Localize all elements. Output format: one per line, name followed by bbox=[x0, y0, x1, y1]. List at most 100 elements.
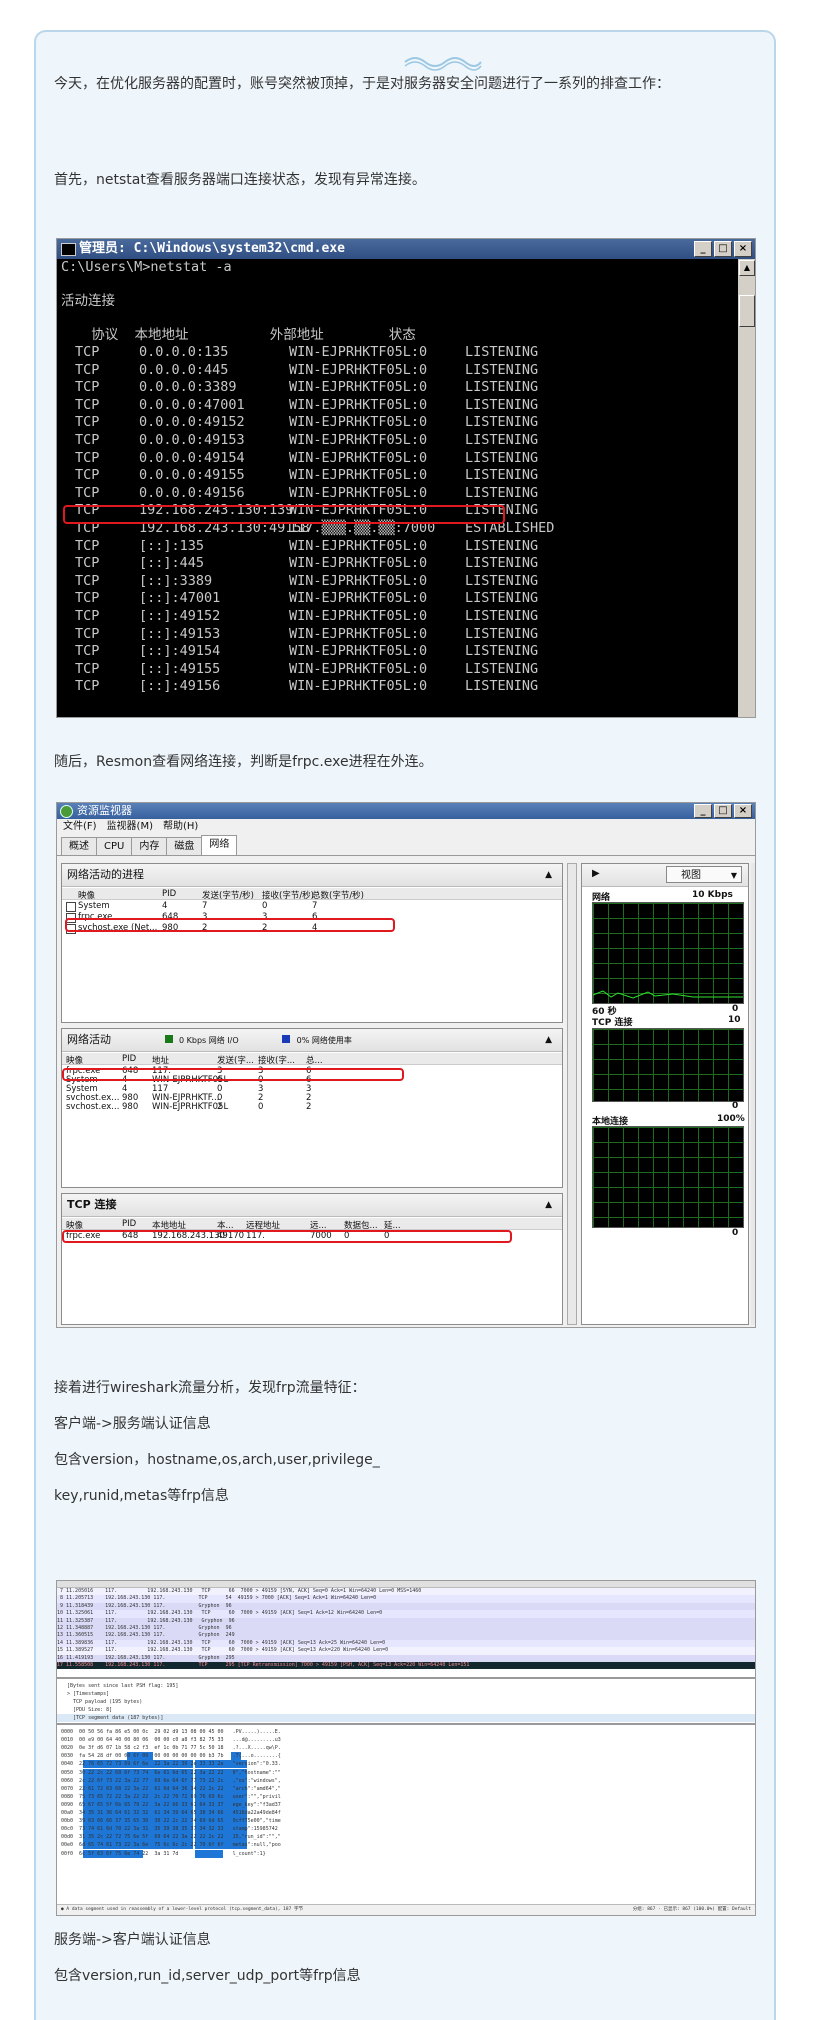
column-header[interactable]: 接收(字节/秒) bbox=[262, 889, 314, 901]
packet-row[interactable]: 15 11.389527 117. 192.168.243.130 TCP 60… bbox=[57, 1647, 755, 1655]
graph-tcp-min: 0 bbox=[732, 1101, 739, 1111]
netstat-foreign: WIN-EJPRHKTF05L:0 bbox=[289, 572, 428, 589]
maximize-button[interactable]: □ bbox=[714, 241, 732, 257]
hex-line: 00e0 6d 65 74 61 73 22 3a 6e 75 6c 6c 2c… bbox=[61, 1842, 281, 1849]
processes-panel-header[interactable]: 网络活动的进程 ▲ bbox=[62, 864, 562, 887]
netstat-local: [::]:49153 bbox=[139, 625, 221, 642]
menu-help[interactable]: 帮助(H) bbox=[163, 819, 198, 835]
minimize-button[interactable]: _ bbox=[694, 804, 712, 818]
graph-tcp-scale: 10 bbox=[728, 1015, 741, 1025]
packet-row[interactable]: 13 11.360515 192.168.243.130 117. Grypho… bbox=[57, 1632, 755, 1640]
detail-row[interactable]: [Bytes sent since last PSH flag: 195] bbox=[57, 1682, 755, 1690]
column-header[interactable]: 地址 bbox=[152, 1054, 169, 1066]
hex-row: 0040 22 76 65 72 73 69 6f 6e 22 3a 22 30… bbox=[57, 1760, 755, 1769]
expand-icon[interactable]: ▶ bbox=[592, 868, 600, 879]
netstat-foreign: WIN-EJPRHKTF05L:0 bbox=[289, 608, 428, 624]
hex-line: 0080 75 73 65 72 22 3a 22 22 2c 22 70 72… bbox=[61, 1793, 281, 1800]
hex-row: 0030 fa 54 28 df 00 00 6f 00 00 00 00 00… bbox=[57, 1752, 755, 1761]
pane-divider[interactable] bbox=[57, 1723, 755, 1725]
column-header[interactable]: PID bbox=[122, 1219, 136, 1229]
collapse-icon[interactable]: ▲ bbox=[545, 864, 552, 886]
article-card: 今天，在优化服务器的配置时，账号突然被顶掉，于是对服务器安全问题进行了一系列的排… bbox=[34, 30, 776, 2020]
tab-cpu[interactable]: CPU bbox=[96, 837, 133, 855]
hex-row: 00d0 31 35 2c 22 72 75 6e 5f 69 64 22 3a… bbox=[57, 1833, 755, 1842]
column-header[interactable]: 映像 bbox=[78, 889, 95, 901]
packet-row[interactable]: 17 11.558508 192.168.243.130 117. TCP 29… bbox=[57, 1662, 755, 1670]
packet-row[interactable]: 12 11.348887 192.168.243.130 117. Grypho… bbox=[57, 1625, 755, 1633]
netstat-paragraph: 首先，netstat查看服务器端口连接状态，发现有异常连接。 bbox=[54, 172, 426, 188]
cmd-title: 管理员: C:\Windows\system32\cmd.exe bbox=[79, 241, 345, 256]
column-header[interactable]: 接收(字... bbox=[258, 1054, 295, 1066]
processes-panel: 网络活动的进程 ▲ 映像 PID 发送(字节/秒) 接收(字节/秒) 总数(字节/秒) S… bbox=[61, 863, 563, 1023]
hex-row: 0020 0e 3f d6 07 1b 58 c2 f3 ef 1c 0b 71… bbox=[57, 1744, 755, 1752]
column-header[interactable]: 发送(字... bbox=[217, 1054, 254, 1066]
collapse-icon[interactable]: ▲ bbox=[545, 1029, 552, 1051]
netstat-state: LISTENING bbox=[465, 396, 539, 413]
resmon-title: 资源监视器 bbox=[77, 804, 132, 817]
view-dropdown[interactable]: 视图 ▼ bbox=[666, 866, 742, 883]
netstat-proto: TCP bbox=[75, 484, 100, 501]
netstat-foreign: WIN-EJPRHKTF05L:0 bbox=[289, 643, 428, 660]
packet-row[interactable]: 7 11.205016 117. 192.168.243.130 TCP 66 … bbox=[57, 1588, 755, 1596]
tab-overview[interactable]: 概述 bbox=[61, 837, 97, 855]
column-header[interactable]: 总数(字节/秒) bbox=[312, 889, 364, 901]
column-header[interactable]: 映像 bbox=[66, 1054, 83, 1066]
hex-row: 00c0 73 74 61 6d 70 22 3a 31 35 39 38 35… bbox=[57, 1825, 755, 1834]
local-graph bbox=[592, 1126, 744, 1228]
menu-monitor[interactable]: 监视器(M) bbox=[107, 819, 153, 835]
packet-row[interactable]: 9 11.318439 192.168.243.130 117. Gryphon… bbox=[57, 1602, 755, 1611]
hex-row: 0050 30 22 2c 22 68 6f 73 74 6e 61 6d 65… bbox=[57, 1768, 755, 1777]
detail-row[interactable]: [TCP segment data (187 bytes)] bbox=[57, 1714, 755, 1722]
close-button[interactable]: × bbox=[734, 241, 752, 257]
row-checkbox[interactable] bbox=[66, 902, 76, 912]
packet-row[interactable]: 14 11.389836 117. 192.168.243.130 TCP 60… bbox=[57, 1639, 755, 1648]
network-activity-panel: 网络活动 0 Kbps 网络 I/O 0% 网络使用率 ▲ 映像 PID 地址 发送(… bbox=[61, 1028, 563, 1188]
resmon-menubar: 文件(F) 监视器(M) 帮助(H) bbox=[57, 819, 755, 835]
tab-disk[interactable]: 磁盘 bbox=[166, 837, 203, 855]
netstat-proto: TCP bbox=[75, 678, 100, 695]
packet-row[interactable]: 16 11.419193 192.168.243.130 117. Grypho… bbox=[57, 1654, 755, 1662]
menu-file[interactable]: 文件(F) bbox=[63, 819, 97, 835]
packet-row[interactable]: 8 11.205713 192.168.243.130 117. TCP 54 … bbox=[57, 1595, 755, 1603]
netstat-local: [::]:49152 bbox=[139, 608, 221, 624]
column-header[interactable]: 发送(字节/秒) bbox=[202, 889, 254, 901]
tcp-connections-header[interactable]: TCP 连接 ▲ bbox=[62, 1194, 562, 1217]
detail-row[interactable]: [PDU Size: 8] bbox=[57, 1706, 755, 1714]
tab-memory[interactable]: 内存 bbox=[131, 837, 168, 855]
netstat-proto: TCP bbox=[75, 379, 100, 396]
hex-line: 0070 22 61 72 63 68 22 3a 22 61 6d 64 36… bbox=[61, 1785, 281, 1792]
frpc-tcp-highlight bbox=[62, 1230, 512, 1243]
packet-row[interactable]: 10 11.325061 117. 192.168.243.130 TCP 60… bbox=[57, 1610, 755, 1618]
netstat-proto: TCP bbox=[75, 449, 100, 466]
column-header[interactable]: PID bbox=[122, 1054, 136, 1064]
cmd-screenshot: 管理员: C:\Windows\system32\cmd.exe _ □ × C… bbox=[56, 238, 756, 718]
netstat-foreign: WIN-EJPRHKTF05L:0 bbox=[289, 414, 428, 431]
netstat-proto: TCP bbox=[75, 467, 100, 484]
cmd-scrollbar[interactable]: ▲ bbox=[738, 259, 755, 717]
minimize-button[interactable]: _ bbox=[694, 241, 712, 257]
detail-row[interactable]: TCP payload (195 bytes) bbox=[57, 1698, 755, 1706]
close-button[interactable]: × bbox=[734, 804, 752, 818]
netstat-local: [::]:49156 bbox=[139, 678, 221, 695]
tcp-connections-panel: TCP 连接 ▲ 映像 PID 本地地址 本... 远程地址 远... 数据包... 延...… bbox=[61, 1193, 563, 1325]
pane-divider[interactable] bbox=[57, 1677, 755, 1679]
tab-network[interactable]: 网络 bbox=[201, 835, 238, 855]
intro-paragraph: 今天，在优化服务器的配置时，账号突然被顶掉，于是对服务器安全问题进行了一系列的排… bbox=[54, 76, 670, 92]
table-cell: 7 bbox=[312, 901, 318, 911]
detail-row[interactable]: > [Timestamps] bbox=[57, 1690, 755, 1698]
maximize-button[interactable]: □ bbox=[714, 804, 732, 818]
right-pane-scrollbar[interactable] bbox=[751, 863, 755, 1325]
scroll-up-icon[interactable]: ▲ bbox=[739, 260, 755, 276]
resmon-tabs: 概述 CPU 内存 磁盘 网络 bbox=[57, 835, 755, 856]
network-activity-header[interactable]: 网络活动 0 Kbps 网络 I/O 0% 网络使用率 ▲ bbox=[62, 1029, 562, 1052]
left-pane-scrollbar[interactable] bbox=[567, 863, 577, 1325]
cmd-prompt: C:\Users\M>netstat -a bbox=[61, 259, 232, 275]
netstat-state: LISTENING bbox=[465, 572, 539, 589]
scroll-thumb[interactable] bbox=[739, 295, 755, 327]
cmd-console: C:\Users\M>netstat -a 活动连接 协议 本地地址 外部地址 … bbox=[57, 259, 738, 717]
column-header[interactable]: PID bbox=[162, 889, 176, 899]
packet-row[interactable]: 11 11.325387 117. 192.168.243.130 Grypho… bbox=[57, 1617, 755, 1625]
column-header[interactable]: 总... bbox=[306, 1054, 323, 1066]
collapse-icon[interactable]: ▲ bbox=[545, 1194, 552, 1216]
server-auth-paragraph: 服务端->客户端认证信息 bbox=[54, 1932, 211, 1948]
